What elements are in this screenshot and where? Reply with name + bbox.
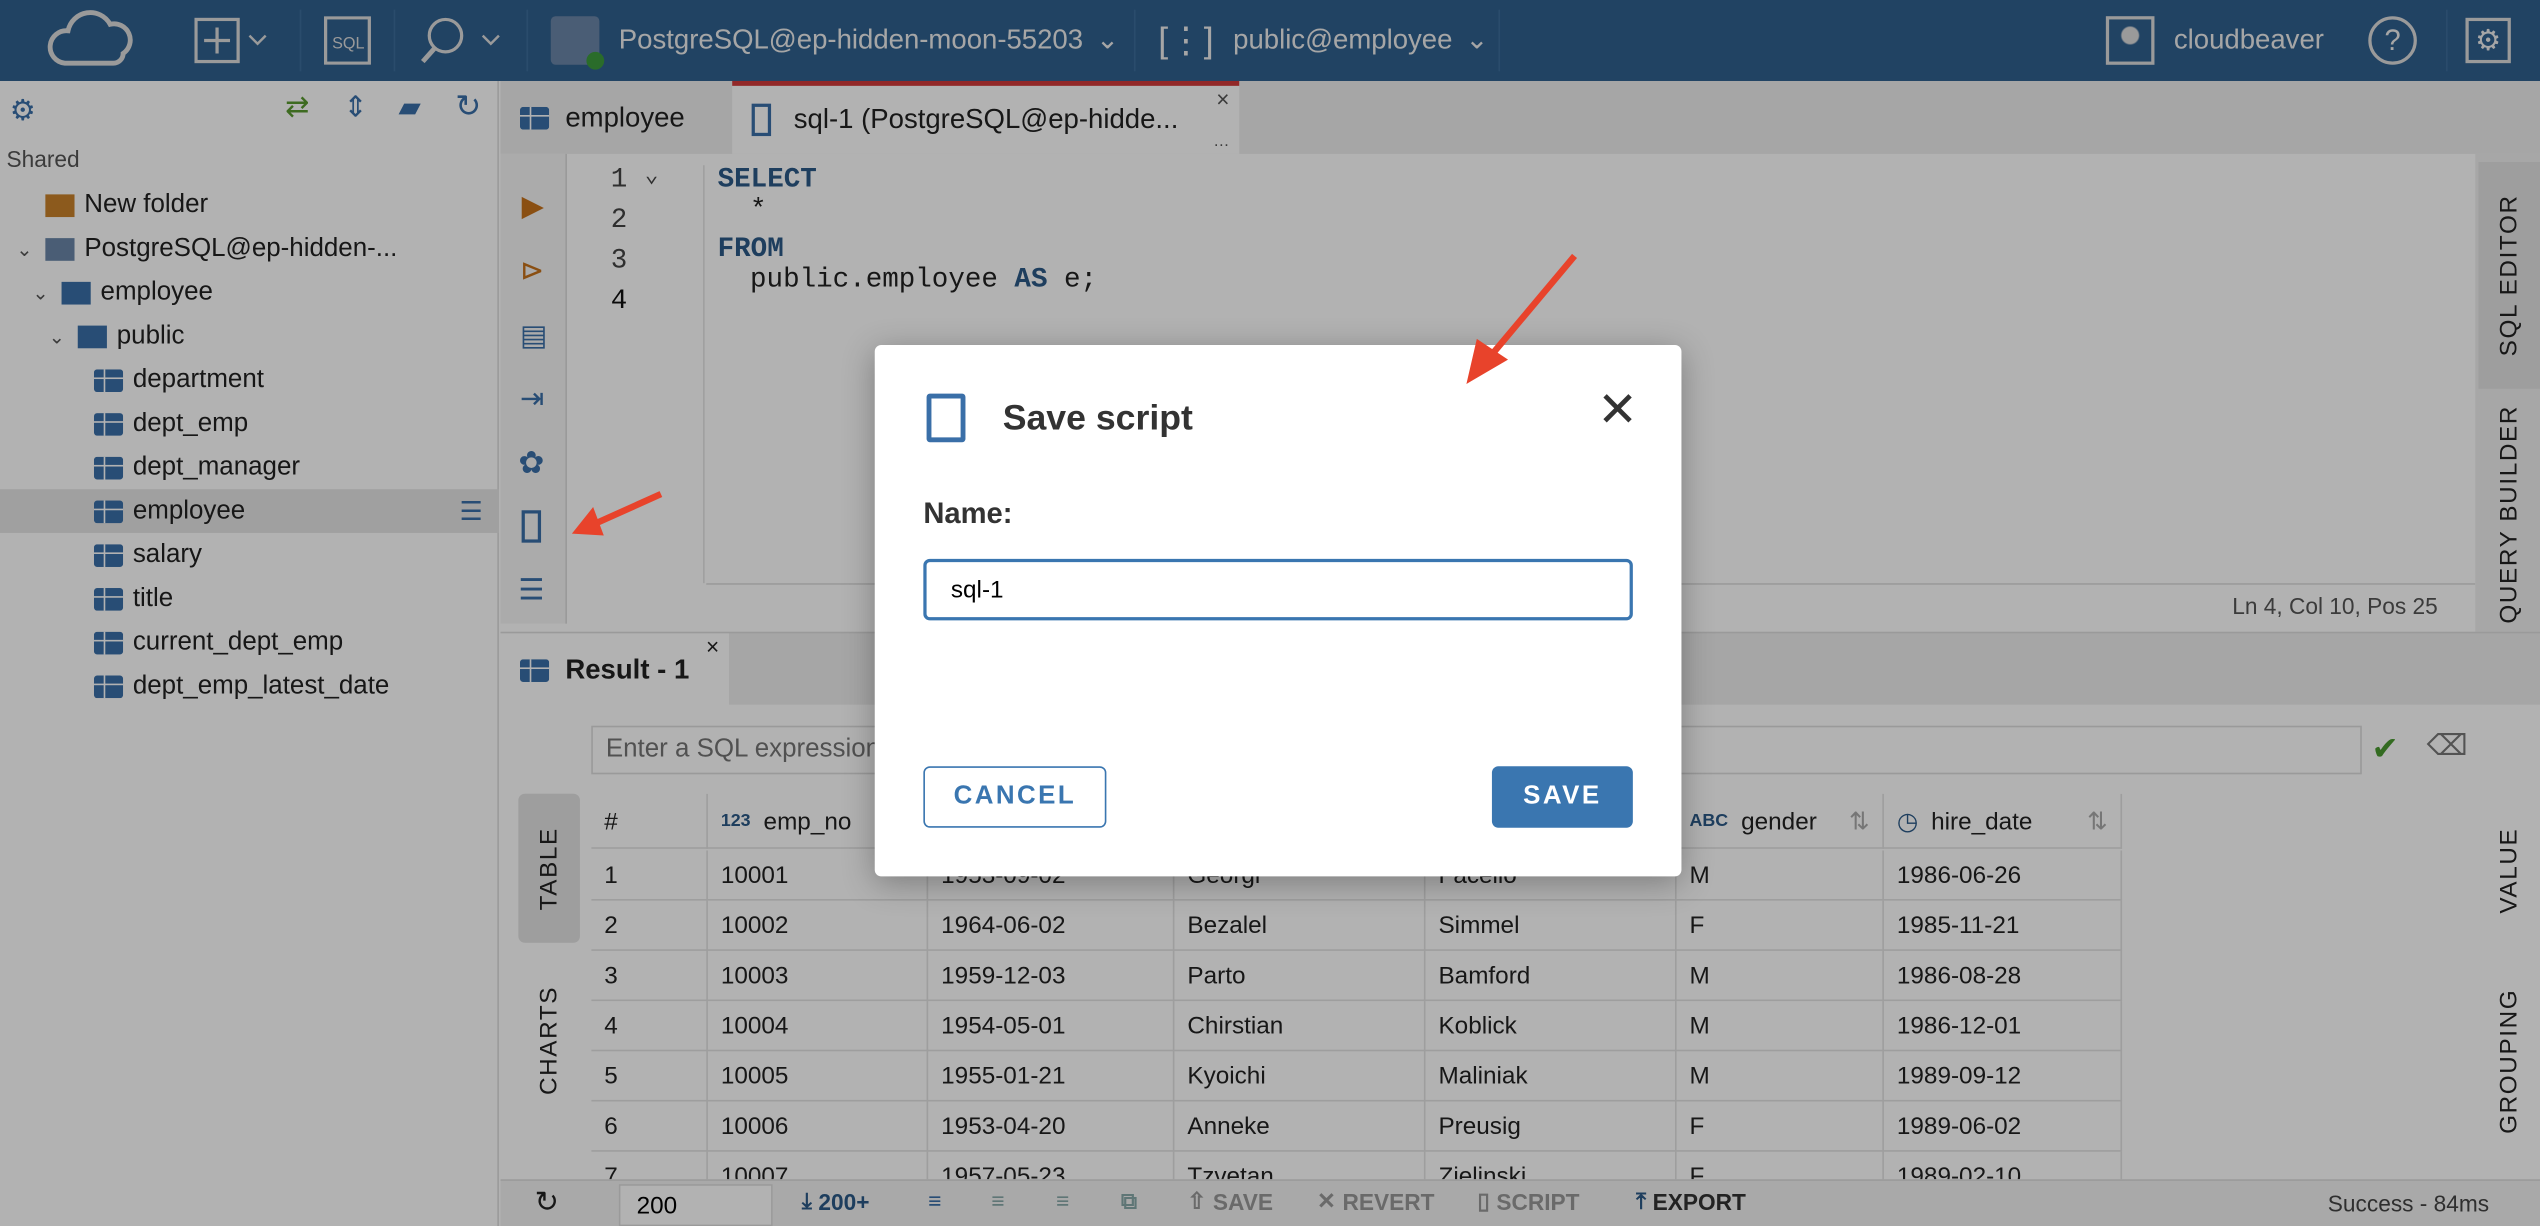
- annotation-arrows: [571, 253, 1578, 536]
- annotation-arrow: [1466, 253, 1578, 384]
- annotation-arrow: [571, 491, 663, 536]
